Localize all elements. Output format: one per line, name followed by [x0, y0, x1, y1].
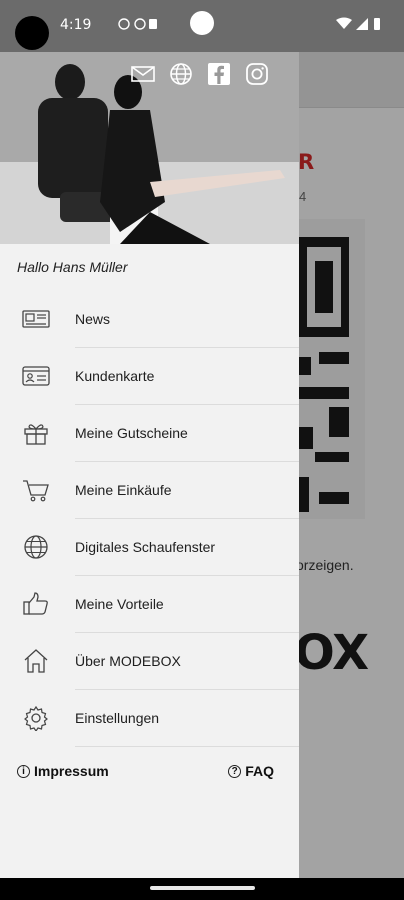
camera-cutout [15, 16, 49, 50]
status-system-icons [336, 17, 384, 34]
menu-item-kundenkarte[interactable]: Kundenkarte [0, 348, 299, 405]
facebook-icon[interactable] [207, 62, 231, 86]
menu-item-einstellungen[interactable]: Einstellungen [0, 690, 299, 747]
gear-icon [22, 705, 50, 733]
background-header [299, 52, 404, 108]
menu-divider [75, 746, 299, 747]
cart-icon [22, 477, 50, 503]
status-time: 4:19 [60, 17, 92, 33]
faq-label: FAQ [245, 763, 274, 779]
background-subtitle: 4 [299, 189, 307, 204]
menu-label: Einstellungen [75, 710, 160, 726]
mail-icon[interactable] [131, 62, 155, 86]
gesture-handle[interactable] [150, 886, 255, 890]
globe-icon [22, 534, 50, 560]
menu-item-ueber-modebox[interactable]: Über MODEBOX [0, 633, 299, 690]
home-icon [22, 648, 50, 674]
impressum-link[interactable]: i Impressum [17, 763, 109, 779]
menu-item-news[interactable]: News [0, 291, 299, 348]
menu-label: Meine Gutscheine [75, 425, 188, 441]
menu-item-gutscheine[interactable]: Meine Gutscheine [0, 405, 299, 462]
notification-icons [118, 18, 157, 30]
drawer-hero-image [0, 52, 299, 244]
help-icon: ? [228, 764, 242, 778]
news-icon [22, 306, 50, 332]
app-screen: 4:19 R 4 orzeigen. OX Hallo Hans Müller … [0, 0, 404, 900]
menu-label: Meine Vorteile [75, 596, 164, 612]
id-card-icon [22, 363, 50, 389]
faq-link[interactable]: ? FAQ [228, 763, 274, 779]
background-title: R [298, 150, 315, 174]
thumbs-up-icon [22, 591, 50, 617]
menu-label: Über MODEBOX [75, 653, 181, 669]
menu-label: Digitales Schaufenster [75, 539, 216, 555]
status-bar: 4:19 [0, 0, 404, 52]
menu-label: Kundenkarte [75, 368, 155, 384]
menu-label: Meine Einkäufe [75, 482, 172, 498]
menu-label: News [75, 311, 111, 327]
social-links [131, 62, 269, 86]
impressum-label: Impressum [34, 763, 109, 779]
menu-item-vorteile[interactable]: Meine Vorteile [0, 576, 299, 633]
system-navigation-bar [0, 878, 404, 900]
background-logo-text: OX [294, 625, 369, 681]
status-dot [190, 11, 214, 35]
drawer-menu: News Kundenkarte Meine Gutscheine Meine … [0, 291, 299, 747]
status-notification-icons [90, 17, 160, 34]
info-icon: i [17, 764, 30, 778]
globe-icon[interactable] [169, 62, 193, 86]
instagram-icon[interactable] [245, 62, 269, 86]
navigation-drawer: Hallo Hans Müller News Kundenkarte Meine… [0, 52, 299, 878]
menu-item-einkaeufe[interactable]: Meine Einkäufe [0, 462, 299, 519]
drawer-footer: i Impressum ? FAQ [17, 763, 274, 783]
qr-code [299, 237, 349, 512]
menu-item-schaufenster[interactable]: Digitales Schaufenster [0, 519, 299, 576]
user-greeting: Hallo Hans Müller [17, 259, 128, 275]
wifi-signal-battery-icon [336, 17, 380, 30]
gift-icon [22, 420, 50, 446]
background-hint-text: orzeigen. [296, 557, 354, 573]
